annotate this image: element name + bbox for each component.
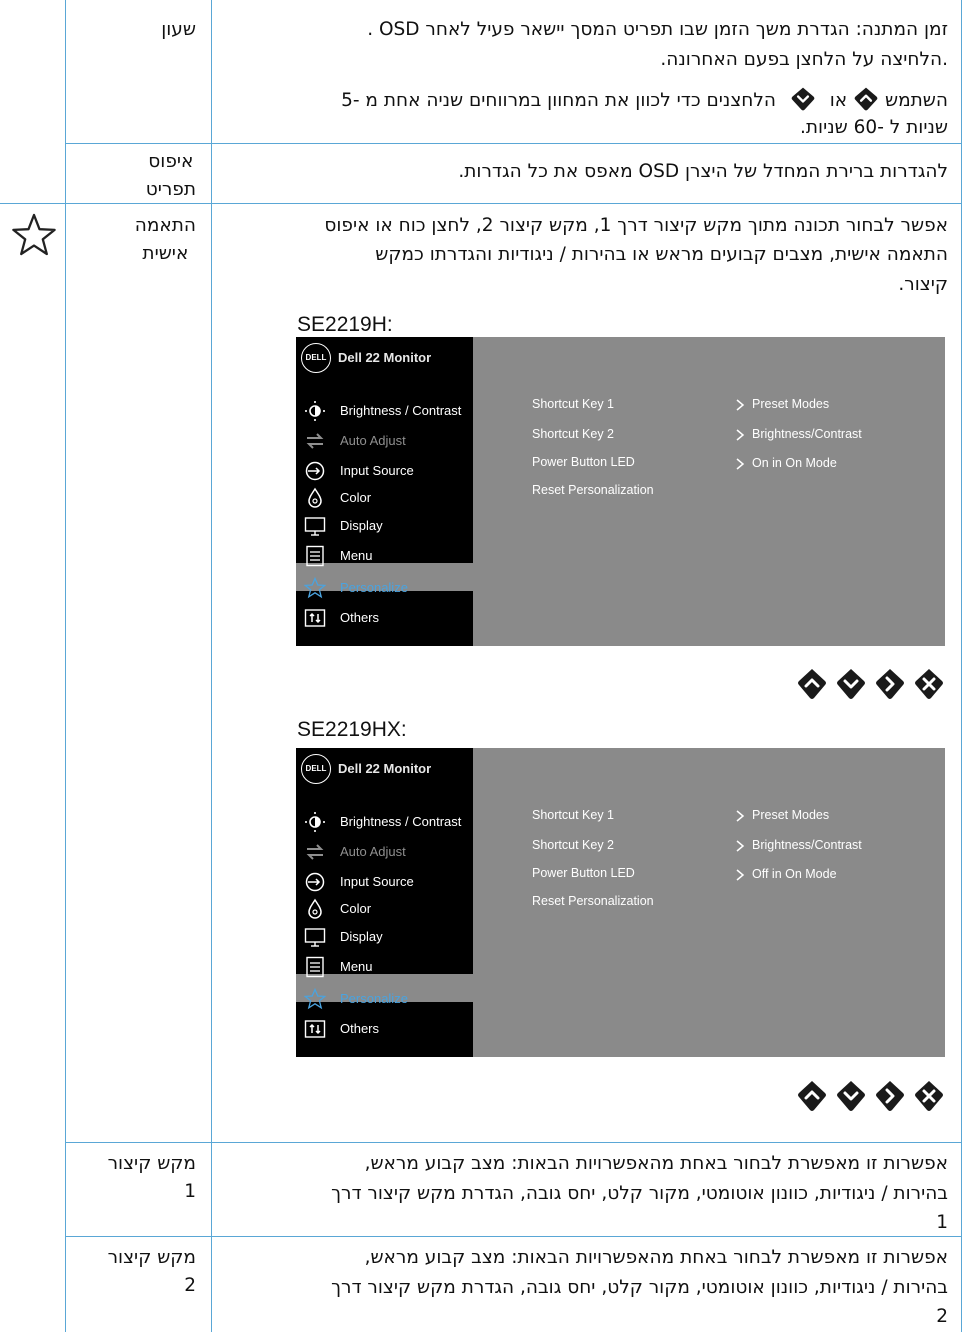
timer-desc-line: זמן המתנה: הגדרת משך הזמן שבו תפריט המסך…: [367, 19, 948, 40]
param-name-shortcut-key-1: מקש קיצור 1: [107, 1153, 196, 1202]
shortcut-key-2-desc-line: אפשרות זו מאפשרת לבחור באחת מהאפשרויות ה…: [364, 1247, 948, 1268]
down-button-icon: [791, 87, 815, 111]
up-button-icon[interactable]: [797, 668, 827, 700]
row-divider: [65, 1236, 962, 1237]
chevron-right-icon: [736, 458, 745, 470]
nav-buttons: [797, 1080, 945, 1112]
osd-menu-item[interactable]: Auto Adjust: [340, 844, 406, 859]
down-button-icon[interactable]: [836, 1080, 866, 1112]
row-divider: [0, 203, 962, 204]
chevron-right-icon: [736, 869, 745, 881]
osd-menu-item[interactable]: Color: [340, 901, 371, 916]
shortcut-key-1-desc-line: אפשרות זו מאפשרת לבחור באחת מהאפשרויות ה…: [364, 1153, 948, 1174]
chevron-right-icon: [736, 840, 745, 852]
next-button-icon[interactable]: [875, 1080, 905, 1112]
row-divider: [65, 143, 962, 144]
shortcut-key-2-desc-line: 2: [936, 1306, 948, 1327]
osd-menu-item[interactable]: Display: [340, 518, 383, 533]
osd-menu-item[interactable]: Brightness / Contrast: [340, 403, 461, 418]
shortcut-key-1-desc-line: בהירות / ניגודיות, כוונון אוטומטי, מקור …: [331, 1183, 948, 1204]
menu-icon: [304, 956, 326, 978]
table-border-middle: [211, 0, 212, 1332]
param-name-shortcut-key-2: מקש קיצור 2: [107, 1247, 196, 1296]
model-label: SE2219H:: [297, 313, 393, 336]
up-button-icon: [854, 87, 878, 111]
next-button-icon[interactable]: [875, 668, 905, 700]
osd-option-value[interactable]: Preset Modes: [752, 397, 829, 411]
others-icon: [304, 1018, 326, 1040]
osd-option-value[interactable]: Off in On Mode: [752, 867, 837, 881]
color-icon: [304, 898, 326, 920]
osd-menu-item[interactable]: Auto Adjust: [340, 433, 406, 448]
shortcut-key-1-desc-line: 1: [936, 1212, 948, 1233]
others-icon: [304, 607, 326, 629]
osd-option[interactable]: Reset Personalization: [532, 483, 654, 497]
brightness-contrast-icon: [304, 400, 326, 422]
row-divider: [65, 1142, 962, 1143]
osd-menu-item[interactable]: Personalize: [340, 580, 408, 595]
param-name-reset-menu: איפוס תפריט: [145, 151, 196, 200]
display-icon: [304, 926, 326, 948]
input-source-icon: [304, 871, 326, 893]
osd-option[interactable]: Power Button LED: [532, 866, 635, 880]
osd-option-value[interactable]: On in On Mode: [752, 456, 837, 470]
osd-option[interactable]: Shortcut Key 2: [532, 427, 614, 441]
param-name-timer: שעון: [161, 19, 196, 40]
timer-usage-line: השתמש או הלחצנים כדי לכוון את המחוון במר…: [341, 86, 948, 115]
display-icon: [304, 515, 326, 537]
osd-option[interactable]: Shortcut Key 1: [532, 397, 614, 411]
model-label: SE2219HX:: [297, 718, 407, 741]
dell-logo: DELL: [301, 343, 331, 373]
shortcut-key-2-desc-line: בהירות / ניגודיות, כוונון אוטומטי, מקור …: [331, 1277, 948, 1298]
color-icon: [304, 487, 326, 509]
personalize-desc-line: אפשר לבחור תכונה מתוך מקש קיצור דרך 1, מ…: [324, 215, 948, 236]
osd-option[interactable]: Shortcut Key 1: [532, 808, 614, 822]
osd-menu-item[interactable]: Personalize: [340, 991, 408, 1006]
reset-menu-desc: להגדרות ברירת המחדל של היצרן OSD מאפס את…: [458, 161, 948, 182]
personalize-icon: [303, 576, 327, 599]
exit-button-icon[interactable]: [914, 668, 944, 700]
table-border-left: [65, 0, 66, 1332]
osd-menu-item[interactable]: Others: [340, 1021, 379, 1036]
personalize-desc-line: התאמה אישית, מצבים קבועים מראש או בהירות…: [375, 244, 948, 265]
timer-usage-line: שניות ל -60 שניות.: [800, 117, 948, 138]
osd-screenshot: DELL Dell 22 Monitor Brightness / Contrast…: [296, 337, 945, 646]
osd-option-value[interactable]: Brightness/Contrast: [752, 838, 862, 852]
personalize-icon: [303, 987, 327, 1010]
nav-buttons: [797, 668, 945, 700]
osd-screenshot: DELL Dell 22 Monitor Brightness / Contrast…: [296, 748, 945, 1057]
osd-option[interactable]: Power Button LED: [532, 455, 635, 469]
chevron-right-icon: [736, 399, 745, 411]
osd-option-value[interactable]: Brightness/Contrast: [752, 427, 862, 441]
personalize-desc-line: קיצור.: [898, 274, 948, 295]
osd-menu-item[interactable]: Menu: [340, 959, 373, 974]
auto-adjust-icon: [304, 841, 326, 863]
osd-menu-item[interactable]: Input Source: [340, 874, 414, 889]
dell-logo: DELL: [301, 754, 331, 784]
osd-menu-item[interactable]: Color: [340, 490, 371, 505]
osd-menu-item[interactable]: Others: [340, 610, 379, 625]
brightness-contrast-icon: [304, 811, 326, 833]
osd-option-value[interactable]: Preset Modes: [752, 808, 829, 822]
exit-button-icon[interactable]: [914, 1080, 944, 1112]
osd-menu-item[interactable]: Display: [340, 929, 383, 944]
menu-icon: [304, 545, 326, 567]
osd-menu-item[interactable]: Brightness / Contrast: [340, 814, 461, 829]
osd-option[interactable]: Shortcut Key 2: [532, 838, 614, 852]
osd-menu-item[interactable]: Menu: [340, 548, 373, 563]
down-button-icon[interactable]: [836, 668, 866, 700]
osd-option[interactable]: Reset Personalization: [532, 894, 654, 908]
osd-menu-item[interactable]: Input Source: [340, 463, 414, 478]
osd-title: Dell 22 Monitor: [338, 350, 432, 365]
param-name-personalize: התאמה אישית: [134, 215, 196, 264]
auto-adjust-icon: [304, 430, 326, 452]
timer-desc-line: .הלחיצה על הלחצן בפעם האחרונה.: [660, 49, 948, 70]
chevron-right-icon: [736, 810, 745, 822]
input-source-icon: [304, 460, 326, 482]
up-button-icon[interactable]: [797, 1080, 827, 1112]
chevron-right-icon: [736, 429, 745, 441]
osd-title: Dell 22 Monitor: [338, 761, 432, 776]
star-icon: [12, 213, 56, 256]
